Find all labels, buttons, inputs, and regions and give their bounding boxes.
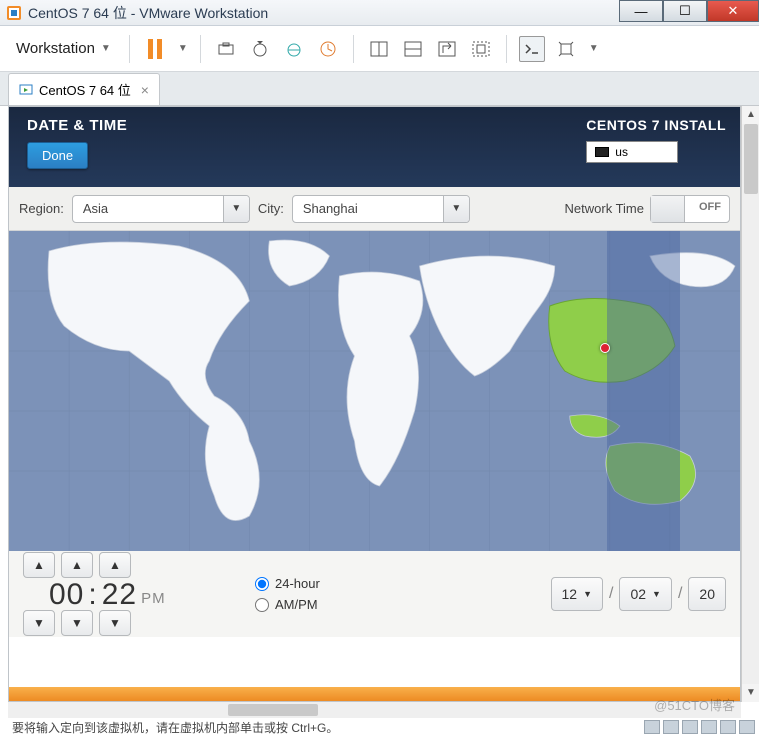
region-label: Region: <box>19 201 64 216</box>
device-icon[interactable] <box>682 720 698 734</box>
date-month-combo[interactable]: 02▼ <box>619 577 672 611</box>
device-icon[interactable] <box>701 720 717 734</box>
ampm-up-button[interactable]: ▲ <box>99 552 131 578</box>
vmware-icon <box>6 5 22 21</box>
vertical-scrollbar[interactable]: ▲ ▼ <box>741 106 759 702</box>
stretch-caret[interactable]: ▼ <box>589 43 599 54</box>
scrollbar-thumb[interactable] <box>744 124 758 194</box>
timezone-map[interactable] <box>9 231 740 551</box>
clock-icon[interactable] <box>315 36 341 62</box>
network-time-toggle[interactable]: OFF <box>650 195 730 223</box>
scroll-down-icon[interactable]: ▼ <box>742 684 759 702</box>
radio-ampm[interactable]: AM/PM <box>255 597 320 612</box>
region-city-row: Region: Asia ▼ City: Shanghai ▼ Network … <box>9 187 740 231</box>
hour-down-button[interactable]: ▼ <box>23 610 55 636</box>
window-controls: — ☐ ✕ <box>619 0 759 22</box>
network-time-label: Network Time <box>565 201 644 216</box>
statusbar-hint: 要将输入定向到该虚拟机，请在虚拟机内部单击或按 Ctrl+G。 <box>12 719 338 736</box>
device-icon[interactable] <box>644 720 660 734</box>
radio-24hour[interactable]: 24-hour <box>255 576 320 591</box>
snapshot-revert-icon[interactable] <box>247 36 273 62</box>
status-icons <box>644 718 755 736</box>
minute-down-button[interactable]: ▼ <box>61 610 93 636</box>
device-icon[interactable] <box>739 720 755 734</box>
vm-running-icon <box>19 83 33 97</box>
horizontal-scrollbar[interactable] <box>8 702 741 718</box>
date-day-combo[interactable]: 12▼ <box>551 577 604 611</box>
split-horizontal-icon[interactable] <box>400 36 426 62</box>
device-icon[interactable] <box>663 720 679 734</box>
window-title: CentOS 7 64 位 - VMware Workstation <box>28 3 268 23</box>
tab-label: CentOS 7 64 位 <box>39 80 131 99</box>
chevron-down-icon: ▼ <box>443 195 469 223</box>
warning-bar <box>9 687 740 701</box>
snapshot-take-icon[interactable] <box>213 36 239 62</box>
caret-down-icon: ▼ <box>101 43 111 54</box>
console-view-button[interactable] <box>519 36 545 62</box>
region-value: Asia <box>73 201 223 216</box>
city-combo[interactable]: Shanghai ▼ <box>292 195 470 223</box>
tab-centos[interactable]: CentOS 7 64 位 × <box>8 73 160 105</box>
selected-city-marker <box>600 343 610 353</box>
city-label: City: <box>258 201 284 216</box>
keyboard-icon <box>595 147 609 157</box>
minimize-button[interactable]: — <box>619 0 663 22</box>
watermark: @51CTO博客 <box>654 695 735 714</box>
hour-up-button[interactable]: ▲ <box>23 552 55 578</box>
vm-tabbar: CentOS 7 64 位 × <box>0 72 759 106</box>
chevron-down-icon: ▼ <box>223 195 249 223</box>
split-vertical-icon[interactable] <box>366 36 392 62</box>
scroll-up-icon[interactable]: ▲ <box>742 106 759 124</box>
date-picker: 12▼ / 02▼ / 20 <box>551 577 726 611</box>
workstation-menu-label: Workstation <box>16 40 95 57</box>
workstation-menu[interactable]: Workstation ▼ <box>10 36 117 61</box>
installer-header: DATE & TIME Done CENTOS 7 INSTALL us <box>9 107 740 187</box>
device-icon[interactable] <box>720 720 736 734</box>
city-value: Shanghai <box>293 201 443 216</box>
keyboard-layout-indicator[interactable]: us <box>586 141 678 163</box>
pause-button[interactable] <box>142 36 168 62</box>
vm-viewport[interactable]: DATE & TIME Done CENTOS 7 INSTALL us Reg… <box>8 106 741 702</box>
vmware-toolbar: Workstation ▼ ▼ ▼ <box>0 26 759 72</box>
stretch-icon[interactable] <box>553 36 579 62</box>
done-button[interactable]: Done <box>27 142 88 169</box>
minute-up-button[interactable]: ▲ <box>61 552 93 578</box>
snapshot-manager-icon[interactable] <box>281 36 307 62</box>
fullscreen-icon[interactable] <box>468 36 494 62</box>
region-combo[interactable]: Asia ▼ <box>72 195 250 223</box>
pause-caret[interactable]: ▼ <box>178 43 188 54</box>
ampm-down-button[interactable]: ▼ <box>99 610 131 636</box>
close-button[interactable]: ✕ <box>707 0 759 22</box>
date-year-combo[interactable]: 20 <box>688 577 726 611</box>
scrollbar-thumb[interactable] <box>228 704 318 716</box>
product-title: CENTOS 7 INSTALL <box>586 117 726 133</box>
time-date-row: ▲ ▼ ▲ ▼ ▲ ▼ 00:22 PM 24-hour AM/PM 12▼ <box>9 551 740 637</box>
tab-close-icon[interactable]: × <box>141 82 149 98</box>
maximize-button[interactable]: ☐ <box>663 0 707 22</box>
unity-icon[interactable] <box>434 36 460 62</box>
time-display: 00:22 PM <box>49 578 166 612</box>
